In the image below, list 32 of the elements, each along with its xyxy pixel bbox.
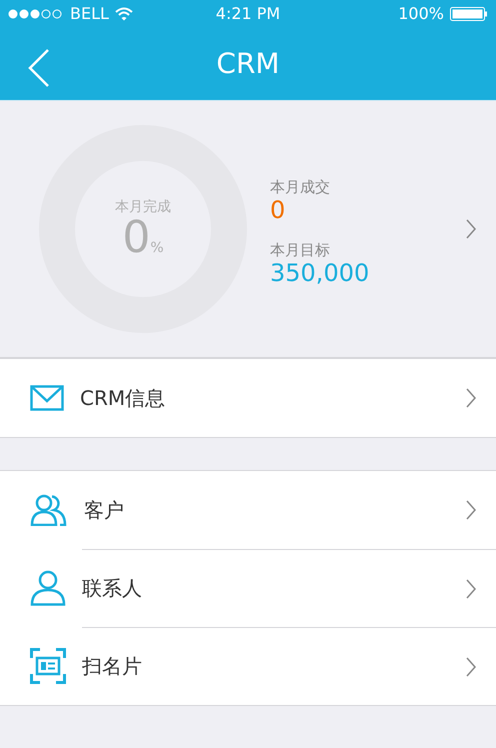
status-time: 4:21 PM: [216, 4, 280, 23]
stat-value: 0: [270, 196, 286, 223]
percent-unit: %: [150, 240, 164, 256]
stat-label: 本月成交: [270, 178, 331, 197]
menu-item[interactable]: CRM信息: [0, 359, 496, 437]
completion-label: 本月完成: [115, 198, 171, 216]
card-scan-icon: [30, 648, 66, 684]
stat-value: 350,000: [270, 260, 370, 286]
menu-label: 扫名片: [82, 653, 142, 680]
menu-item[interactable]: 扫名片: [0, 627, 496, 705]
chevron-icon: [466, 500, 476, 520]
back-icon[interactable]: [28, 49, 50, 87]
menu-item[interactable]: 联系人: [0, 549, 496, 627]
wifi-icon: [114, 6, 133, 20]
menu-label: 客户: [84, 496, 124, 524]
signal-icon: [8, 8, 64, 18]
battery-icon: [450, 6, 488, 20]
completion-value: 0: [122, 216, 150, 260]
menu-label: 联系人: [82, 575, 142, 602]
chevron-icon: [466, 388, 476, 408]
carrier: BELL: [70, 4, 109, 23]
people-icon: [30, 494, 68, 526]
chevron-icon: [466, 578, 476, 598]
stat-label: 本月目标: [270, 241, 331, 260]
chevron-icon: [466, 656, 476, 676]
menu-item[interactable]: 客户: [0, 471, 496, 549]
chevron-icon: [466, 219, 476, 239]
person-icon: [30, 570, 66, 606]
menu-label: CRM信息: [80, 384, 166, 412]
mail-icon: [30, 385, 64, 411]
battery-percent: 100%: [398, 4, 444, 23]
nav-title: CRM: [216, 47, 280, 80]
